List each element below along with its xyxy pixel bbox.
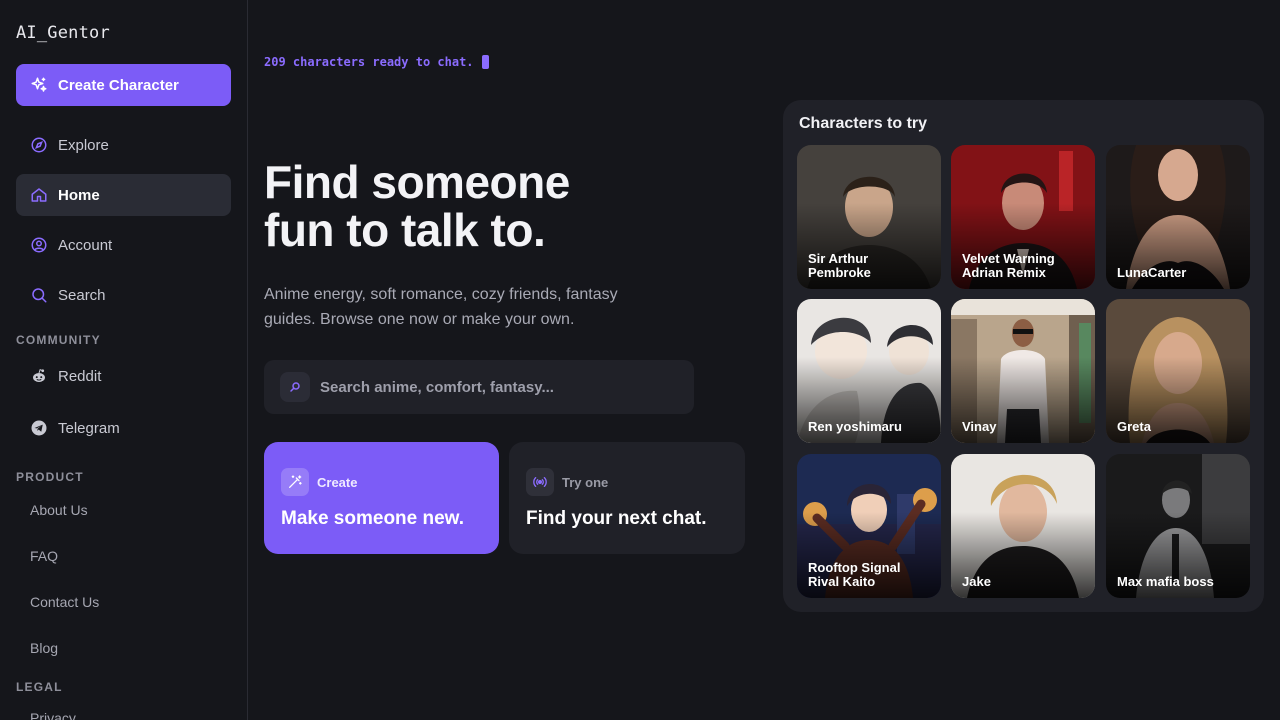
character-name: Greta [1117, 419, 1151, 434]
nav-account[interactable]: Account [16, 224, 231, 266]
try-one-card[interactable]: Try one Find your next chat. [509, 442, 745, 554]
characters-panel-title: Characters to try [799, 115, 928, 132]
create-card-kicker: Create [317, 474, 358, 490]
character-name: Velvet Warning Adrian Remix [962, 251, 1055, 280]
nav-home-label: Home [58, 186, 100, 204]
character-card-rooftop-signal-rival-kaito[interactable]: Rooftop Signal Rival Kaito [797, 454, 941, 598]
compass-icon [30, 136, 48, 154]
community-heading: COMMUNITY [16, 333, 101, 347]
try-one-card-kicker: Try one [562, 474, 609, 490]
character-name: LunaCarter [1117, 265, 1187, 280]
link-privacy[interactable]: Privacy [30, 710, 76, 720]
product-heading: PRODUCT [16, 470, 84, 484]
user-circle-icon [30, 236, 48, 254]
character-card-vinay[interactable]: Vinay [951, 299, 1095, 443]
create-card[interactable]: Create Make someone new. [264, 442, 499, 554]
app-logo[interactable]: AI_Gentor [16, 23, 110, 43]
nav-search-label: Search [58, 286, 106, 304]
nav-explore[interactable]: Explore [16, 124, 231, 166]
link-blog[interactable]: Blog [30, 640, 58, 656]
nav-home[interactable]: Home [16, 174, 231, 216]
home-icon [30, 186, 48, 204]
character-card-greta[interactable]: Greta [1106, 299, 1250, 443]
typing-caret [481, 55, 489, 69]
typing-status-text: 209 characters ready to chat. [264, 55, 474, 69]
broadcast-icon [526, 468, 554, 496]
nav-account-label: Account [58, 236, 113, 254]
try-one-card-title: Find your next chat. [526, 508, 707, 529]
link-about-us[interactable]: About Us [30, 502, 88, 518]
hero-line-2: fun to talk to. [264, 204, 546, 256]
character-name: Jake [962, 574, 991, 589]
nav-search[interactable]: Search [16, 274, 231, 316]
nav-telegram-label: Telegram [58, 419, 120, 437]
character-card-jake[interactable]: Jake [951, 454, 1095, 598]
character-card-lunacarter[interactable]: LunaCarter [1106, 145, 1250, 289]
create-character-button[interactable]: Create Character [16, 64, 231, 106]
search-icon [30, 286, 48, 304]
hero-heading: Find someone fun to talk to. [264, 158, 570, 254]
character-name: Rooftop Signal Rival Kaito [808, 560, 901, 589]
character-card-ren-yoshimaru[interactable]: Ren yoshimaru [797, 299, 941, 443]
character-name: Max mafia boss [1117, 574, 1214, 589]
typing-status: 209 characters ready to chat. [264, 55, 489, 69]
search-icon [280, 372, 310, 402]
create-character-label: Create Character [58, 76, 179, 94]
nav-telegram[interactable]: Telegram [16, 407, 231, 449]
character-card-sir-arthur-pembroke[interactable]: Sir Arthur Pembroke [797, 145, 941, 289]
telegram-icon [30, 419, 48, 437]
nav-explore-label: Explore [58, 136, 109, 154]
legal-heading: LEGAL [16, 680, 63, 694]
create-card-title: Make someone new. [281, 508, 465, 529]
link-faq[interactable]: FAQ [30, 548, 58, 564]
search-placeholder: Search anime, comfort, fantasy... [320, 378, 554, 396]
reddit-icon [30, 367, 48, 385]
search-input[interactable]: Search anime, comfort, fantasy... [264, 360, 694, 414]
hero-subtitle: Anime energy, soft romance, cozy friends… [264, 286, 618, 328]
nav-reddit[interactable]: Reddit [16, 355, 231, 397]
link-contact-us[interactable]: Contact Us [30, 594, 99, 610]
character-name: Vinay [962, 419, 997, 434]
character-name: Ren yoshimaru [808, 419, 902, 434]
hero-line-1: Find someone [264, 156, 570, 208]
character-name: Sir Arthur Pembroke [808, 251, 871, 280]
sidebar: AI_Gentor Create Character Explore Home … [0, 0, 248, 720]
character-card-max-mafia-boss[interactable]: Max mafia boss [1106, 454, 1250, 598]
character-card-velvet-warning-adrian-remix[interactable]: Velvet Warning Adrian Remix [951, 145, 1095, 289]
nav-reddit-label: Reddit [58, 367, 102, 385]
magic-wand-icon [281, 468, 309, 496]
characters-panel: Characters to try Sir Arthur Pembroke Ve… [783, 100, 1264, 612]
sparkles-icon [31, 77, 47, 92]
